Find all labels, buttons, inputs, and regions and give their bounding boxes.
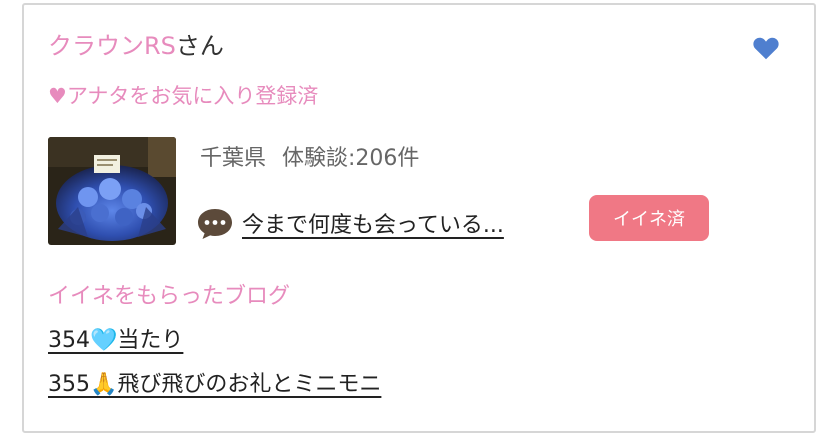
profile-photo[interactable] (48, 137, 176, 245)
like-done-button[interactable]: イイネ済 (589, 195, 709, 241)
favorite-status: ♥アナタをお気に入り登録済 (48, 84, 319, 108)
reviewer-region: 千葉県 (200, 146, 267, 171)
review-title-link[interactable]: 今まで何度も会っている... (242, 207, 504, 239)
latest-review-row: 今まで何度も会っている... (196, 205, 504, 241)
liked-blogs-heading: イイネをもらったブログ (48, 284, 291, 309)
blog-link-355[interactable]: 355🙏飛び飛びのお礼とミニモニ (48, 371, 381, 399)
reviewer-card: クラウンRSさん ♥アナタをお気に入り登録済 千葉県 体験談:206件 今まで何… (22, 3, 816, 433)
blog-link-354[interactable]: 354🩵当たり (48, 327, 183, 355)
reviewer-review-count: 体験談:206件 (282, 146, 420, 171)
reviewer-name[interactable]: クラウンRS (48, 32, 176, 60)
heart-icon[interactable] (751, 33, 781, 63)
reviewer-name-row: クラウンRSさん (48, 31, 224, 61)
reviewer-honorific: さん (175, 32, 224, 60)
speech-bubble-icon (196, 205, 234, 241)
reviewer-meta: 千葉県 体験談:206件 (200, 145, 419, 173)
